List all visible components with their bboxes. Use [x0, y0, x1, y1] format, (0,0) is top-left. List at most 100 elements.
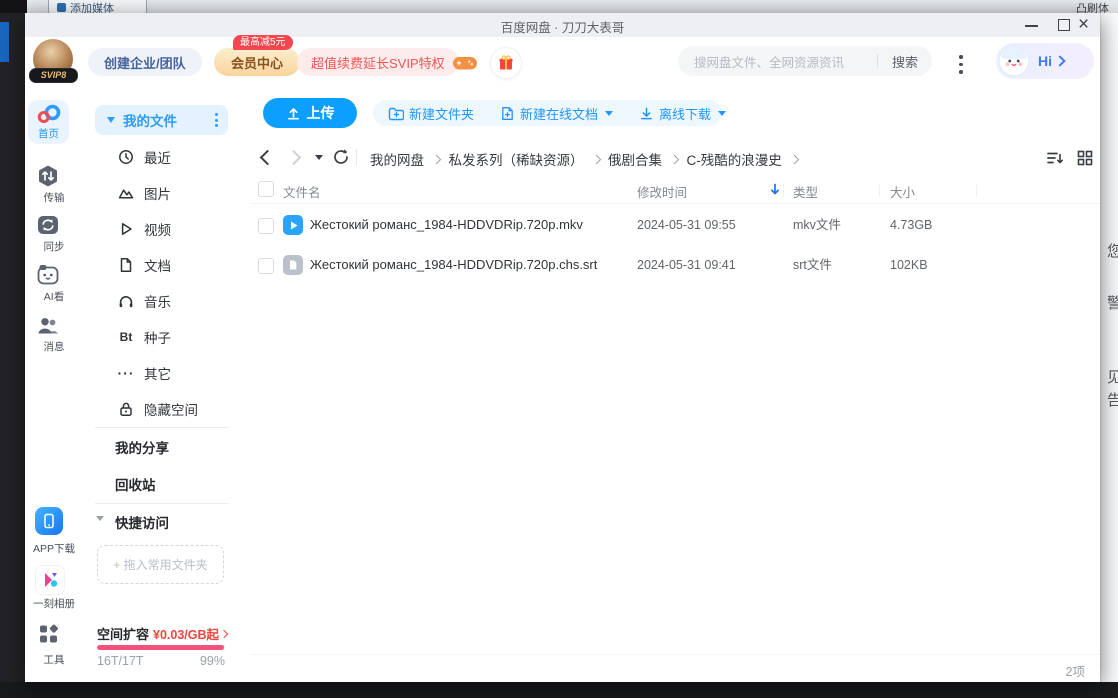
rail-item-tools[interactable] — [37, 622, 61, 651]
breadcrumb-item[interactable]: 我的网盘 — [370, 149, 424, 169]
close-button[interactable]: × — [1078, 14, 1089, 36]
media-icon — [57, 3, 66, 12]
nav-item-pictures[interactable]: 图片 — [95, 175, 228, 211]
nav-my-share[interactable]: 我的分享 — [115, 437, 169, 457]
member-center-button[interactable]: 会员中心 — [214, 48, 300, 76]
column-divider[interactable] — [783, 183, 784, 197]
select-all-checkbox[interactable] — [258, 181, 274, 197]
maximize-button[interactable] — [1058, 19, 1070, 31]
background-left-strip — [0, 13, 25, 698]
breadcrumb-item[interactable]: 私发系列（稀缺资源） — [449, 149, 584, 169]
add-media-label: 添加媒体 — [70, 0, 114, 13]
column-divider[interactable] — [976, 183, 977, 197]
refresh-button[interactable] — [332, 148, 350, 171]
rail-label[interactable]: 消息 — [25, 339, 83, 354]
phone-icon — [40, 512, 58, 530]
file-size: 4.73GB — [890, 205, 932, 245]
more-menu-icon[interactable] — [959, 55, 963, 74]
game-icon[interactable] — [452, 52, 478, 79]
breadcrumb-item[interactable]: C-残酷的浪漫史 — [687, 149, 782, 169]
file-name[interactable]: Жестокий романс_1984-HDDVDRip.720p.chs.s… — [310, 245, 597, 285]
chevron-down-icon[interactable] — [107, 117, 115, 123]
grid-icon — [1077, 150, 1093, 166]
ai-assistant-button[interactable]: Hi — [996, 43, 1094, 79]
back-button[interactable] — [260, 150, 276, 166]
sort-button[interactable] — [1046, 149, 1064, 172]
edge-text-fragment: 告 — [1107, 389, 1118, 410]
play-icon — [118, 221, 134, 237]
storage-percent: 99% — [200, 654, 225, 668]
folder-plus-icon — [388, 106, 404, 121]
titlebar[interactable]: 百度网盘 · 刀刀大表哥 × — [25, 13, 1100, 37]
rail-label[interactable]: APP下载 — [25, 541, 83, 556]
rail-item-ai-view[interactable] — [36, 263, 60, 292]
rail-item-photo-album[interactable] — [35, 565, 65, 595]
rail-label[interactable]: 同步 — [25, 239, 83, 254]
nav-item-videos[interactable]: 视频 — [95, 211, 228, 247]
new-folder-button[interactable]: 新建文件夹 — [388, 104, 474, 123]
offline-download-button[interactable]: 离线下载 — [639, 104, 726, 123]
column-divider[interactable] — [879, 183, 880, 197]
chevron-down-icon[interactable] — [96, 516, 104, 521]
chevron-right-icon — [432, 154, 441, 163]
nav-my-files[interactable]: 我的文件 — [95, 105, 228, 135]
nav-item-music[interactable]: 音乐 — [95, 283, 228, 319]
rail-item-sync[interactable] — [36, 213, 60, 242]
rail-item-app-download[interactable] — [35, 507, 63, 535]
add-media-button[interactable]: 添加媒体 — [48, 0, 147, 13]
rail-label[interactable]: AI看 — [25, 289, 83, 304]
storage-progress-bar — [97, 645, 225, 650]
create-team-button[interactable]: 创建企业/团队 — [88, 48, 202, 76]
rail-label[interactable]: 工具 — [25, 652, 83, 667]
forward-button[interactable] — [286, 150, 302, 166]
rail-item-transfer[interactable] — [36, 164, 60, 193]
nav-quick-access[interactable]: 快捷访问 — [115, 512, 169, 532]
rail-label[interactable]: 一刻相册 — [25, 596, 83, 611]
history-dropdown-icon[interactable] — [315, 155, 323, 160]
rail-label[interactable]: 传输 — [25, 190, 83, 205]
nav-item-hidden-space[interactable]: 隐藏空间 — [95, 391, 228, 427]
subtitle-file-icon — [283, 255, 303, 275]
window-title: 百度网盘 · 刀刀大表哥 — [25, 17, 1100, 36]
breadcrumb-item[interactable]: 俄剧合集 — [608, 149, 662, 169]
minimize-button[interactable] — [1025, 25, 1038, 27]
upload-button[interactable]: 上传 — [263, 98, 357, 128]
column-header-modified[interactable]: 修改时间 — [637, 182, 687, 201]
storage-progress-fill — [97, 645, 224, 650]
column-header-name[interactable]: 文件名 — [283, 182, 321, 201]
nav-recycle-bin[interactable]: 回收站 — [115, 474, 156, 494]
upload-icon — [286, 106, 301, 121]
svip-renew-button[interactable]: 超值续费延长SVIP特权 — [297, 48, 459, 76]
file-name[interactable]: Жестокий романс_1984-HDDVDRip.720p.mkv — [310, 205, 583, 245]
storage-upgrade-link[interactable]: 空间扩容 ¥0.03/GB起 — [97, 624, 229, 643]
chevron-right-icon — [220, 629, 228, 637]
row-checkbox[interactable] — [258, 218, 274, 234]
column-header-size[interactable]: 大小 — [890, 182, 915, 201]
photo-album-icon — [40, 570, 60, 590]
nav-item-recent[interactable]: 最近 — [95, 139, 228, 175]
column-header-type[interactable]: 类型 — [793, 182, 818, 201]
rail-item-home[interactable]: 首页 — [28, 100, 69, 144]
file-modified: 2024-05-31 09:41 — [637, 245, 736, 285]
gift-icon[interactable] — [490, 47, 522, 79]
chevron-right-icon — [670, 154, 679, 163]
item-count: 2项 — [1025, 661, 1085, 680]
search-bar[interactable]: 搜网盘文件、全网资源资讯 搜索 — [678, 46, 932, 76]
search-input[interactable]: 搜网盘文件、全网资源资讯 — [678, 52, 877, 71]
chevron-right-icon — [789, 154, 798, 163]
row-checkbox[interactable] — [258, 258, 274, 274]
assistant-avatar — [998, 45, 1030, 77]
folder-drop-zone[interactable]: + 拖入常用文件夹 — [97, 545, 224, 584]
nav-item-other[interactable]: ··· 其它 — [95, 355, 228, 391]
new-online-doc-button[interactable]: 新建在线文档 — [500, 104, 613, 123]
search-button[interactable]: 搜索 — [878, 52, 932, 71]
sort-desc-icon[interactable] — [770, 183, 780, 201]
nav-item-torrents[interactable]: Bt 种子 — [95, 319, 228, 355]
file-type: mkv文件 — [793, 205, 841, 245]
nav-item-documents[interactable]: 文档 — [95, 247, 228, 283]
grid-view-button[interactable] — [1077, 150, 1093, 171]
kebab-menu-icon[interactable] — [215, 113, 218, 127]
sync-icon — [36, 213, 60, 237]
divider — [250, 203, 1100, 204]
refresh-icon — [332, 148, 350, 166]
